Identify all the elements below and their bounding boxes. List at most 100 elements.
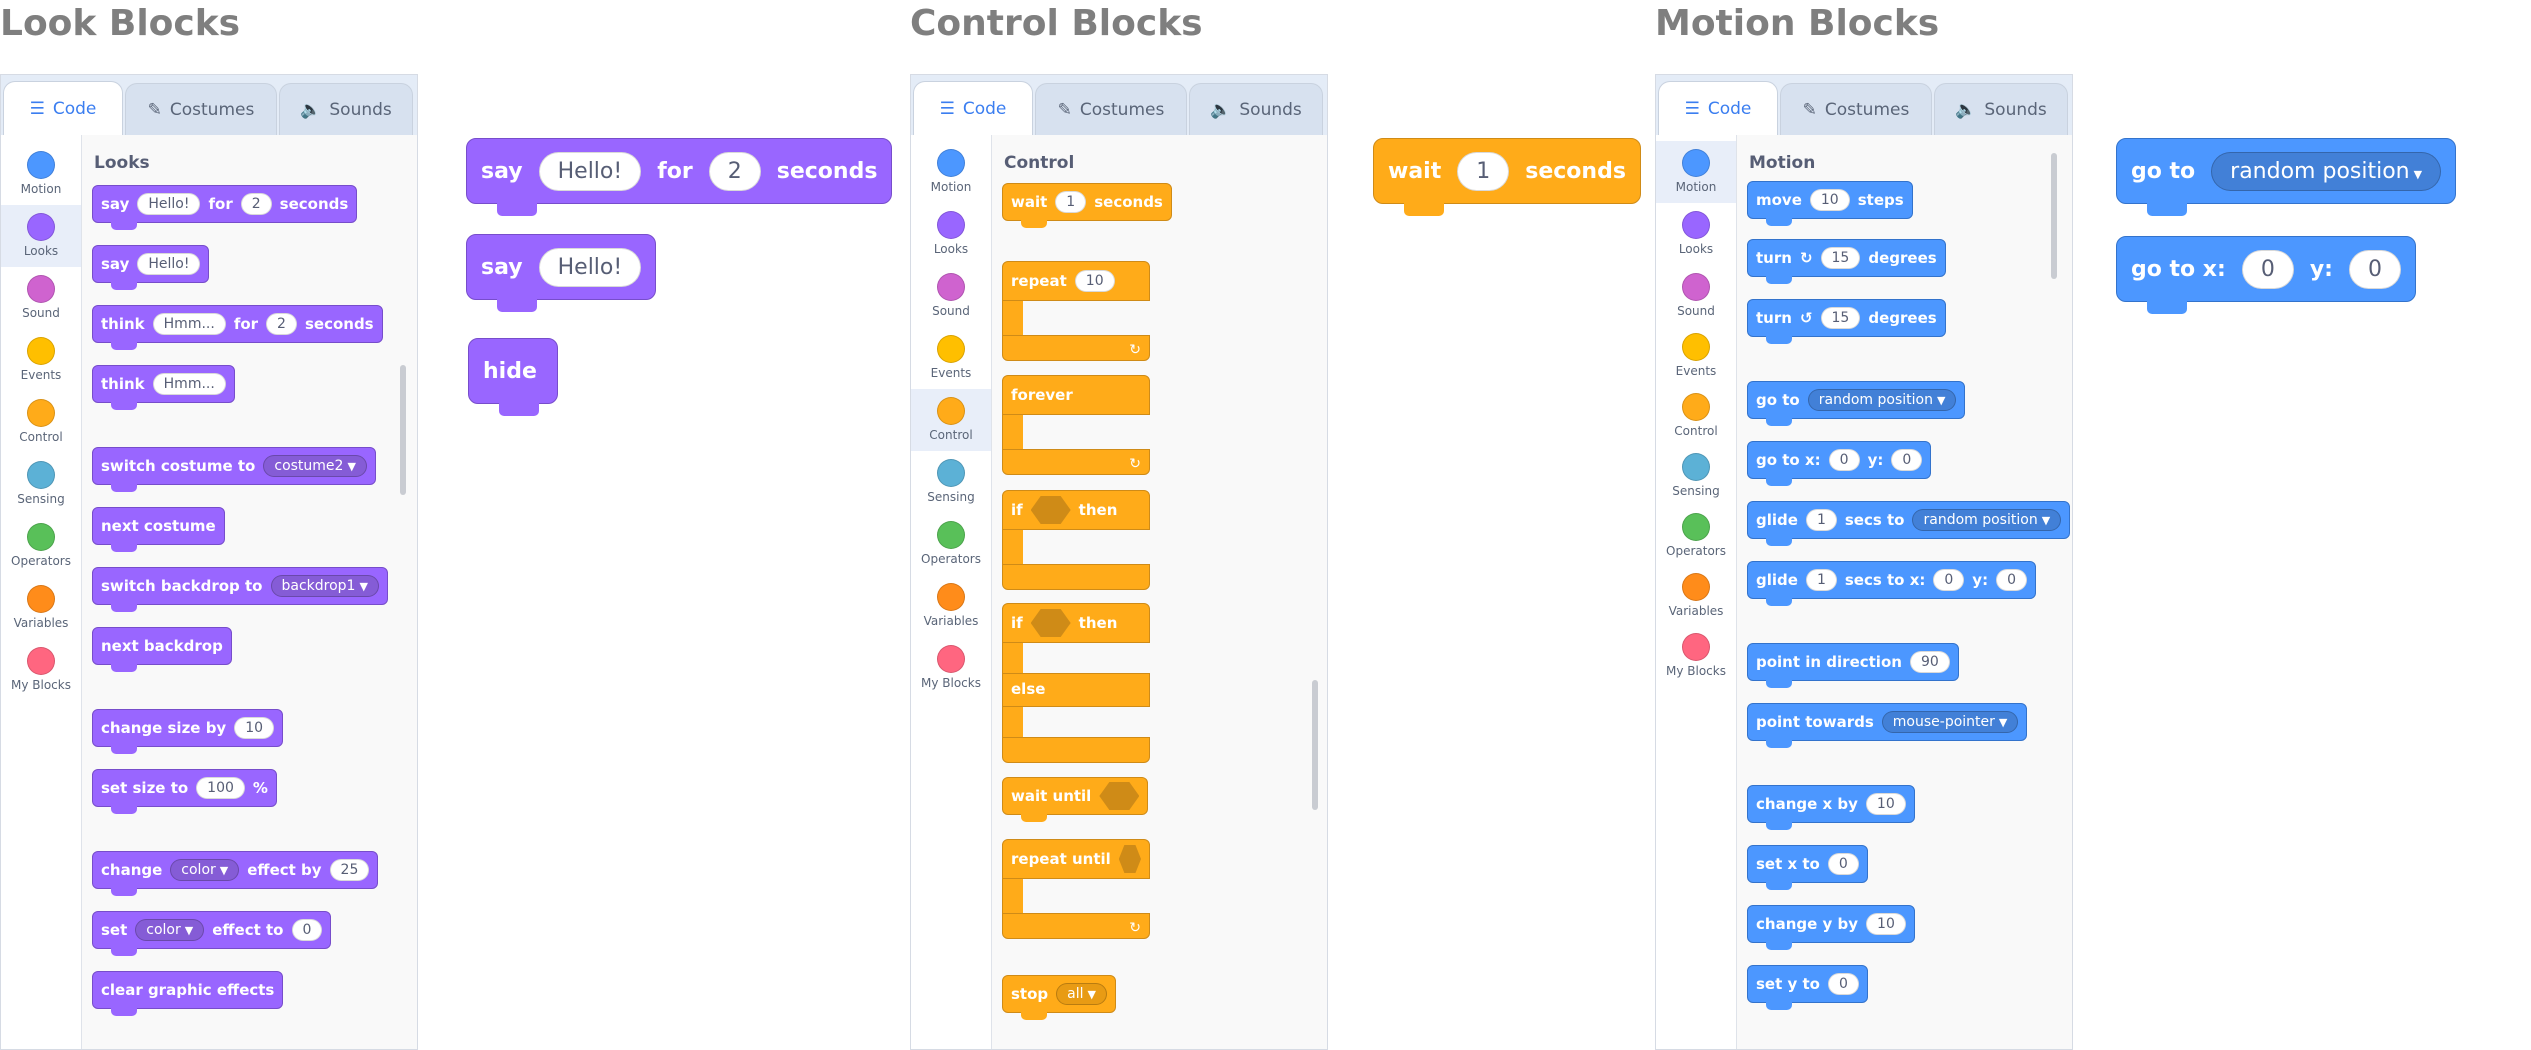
if-then-block[interactable]: if then (1002, 490, 1150, 590)
tab-sounds[interactable]: 🔈 Sounds (279, 83, 413, 135)
x-input[interactable]: 0 (1827, 853, 1859, 875)
next-backdrop-block[interactable]: next backdrop (92, 627, 232, 672)
towards-dropdown[interactable]: mouse-pointer ▼ (1881, 711, 2019, 733)
seconds-input[interactable]: 1 (1457, 151, 1510, 191)
set-x-block[interactable]: set x to 0 (1747, 845, 1868, 890)
x-input[interactable]: 0 (1828, 449, 1860, 471)
category-operators[interactable]: Operators (1, 515, 81, 577)
seconds-input[interactable]: 2 (266, 313, 297, 335)
size-input[interactable]: 100 (196, 777, 245, 799)
seconds-input[interactable]: 2 (708, 151, 761, 191)
change-size-block[interactable]: change size by 10 (92, 709, 284, 754)
category-my-blocks[interactable]: My Blocks (1656, 625, 1736, 687)
glide-to-block[interactable]: glide 1 secs to random position ▼ (1747, 501, 2071, 546)
seconds-input[interactable]: 2 (240, 193, 272, 215)
point-direction-block[interactable]: point in direction 90 (1747, 643, 1959, 688)
condition-slot[interactable] (1099, 782, 1140, 810)
degrees-input[interactable]: 15 (1820, 307, 1861, 329)
workspace-wait-block[interactable]: wait 1 seconds (1373, 138, 1641, 216)
category-looks[interactable]: Looks (1656, 203, 1736, 265)
x-input[interactable]: 0 (1933, 569, 1965, 591)
go-to-block[interactable]: go to random position ▼ (1747, 381, 1966, 426)
costume-dropdown[interactable]: costume2 ▼ (263, 455, 367, 477)
target-dropdown[interactable]: random position ▼ (1912, 509, 2062, 531)
tab-sounds[interactable]: 🔈 Sounds (1934, 83, 2068, 135)
effect-value-input[interactable]: 0 (291, 919, 323, 941)
change-y-block[interactable]: change y by 10 (1747, 905, 1915, 950)
tab-costumes[interactable]: ✎ Costumes (125, 83, 277, 135)
switch-backdrop-block[interactable]: switch backdrop to backdrop1 ▼ (92, 567, 388, 612)
tab-costumes[interactable]: ✎ Costumes (1035, 83, 1187, 135)
category-sound[interactable]: Sound (1, 267, 81, 329)
category-my-blocks[interactable]: My Blocks (911, 637, 991, 699)
palette-scrollbar[interactable] (1312, 680, 1318, 810)
category-events[interactable]: Events (911, 327, 991, 389)
category-control[interactable]: Control (911, 389, 991, 451)
switch-costume-block[interactable]: switch costume to costume2 ▼ (92, 447, 376, 492)
message-input[interactable]: Hello! (538, 151, 642, 191)
category-sensing[interactable]: Sensing (1656, 445, 1736, 507)
effect-dropdown[interactable]: color ▼ (170, 859, 240, 881)
stop-block[interactable]: stop all ▼ (1002, 975, 1116, 1020)
tab-code[interactable]: ☰ Code (3, 81, 123, 136)
think-for-block[interactable]: think Hmm... for 2 seconds (92, 305, 383, 350)
tab-code[interactable]: ☰ Code (913, 81, 1033, 136)
think-block[interactable]: think Hmm... (92, 365, 235, 410)
tab-code[interactable]: ☰ Code (1658, 81, 1778, 136)
message-input[interactable]: Hello! (137, 253, 201, 275)
seconds-input[interactable]: 1 (1055, 191, 1087, 213)
clear-effects-block[interactable]: clear graphic effects (92, 971, 284, 1016)
palette-scrollbar[interactable] (2051, 153, 2057, 279)
effect-dropdown[interactable]: color ▼ (135, 919, 205, 941)
direction-input[interactable]: 90 (1909, 651, 1950, 673)
workspace-say-for-block[interactable]: say Hello! for 2 seconds (466, 138, 893, 216)
if-else-block[interactable]: if then else (1002, 603, 1150, 763)
category-control[interactable]: Control (1, 391, 81, 453)
condition-slot[interactable] (1030, 496, 1071, 524)
go-to-xy-block[interactable]: go to x: 0 y: 0 (1747, 441, 1932, 486)
category-my-blocks[interactable]: My Blocks (1, 639, 81, 701)
y-input[interactable]: 0 (1996, 569, 2027, 591)
y-input[interactable]: 0 (1891, 449, 1923, 471)
effect-value-input[interactable]: 25 (329, 859, 370, 881)
category-sound[interactable]: Sound (1656, 265, 1736, 327)
message-input[interactable]: Hello! (137, 193, 201, 215)
condition-slot[interactable] (1030, 609, 1071, 637)
tab-sounds[interactable]: 🔈 Sounds (1189, 83, 1323, 135)
palette-scrollbar[interactable] (400, 365, 406, 495)
target-dropdown[interactable]: random position ▼ (2211, 151, 2442, 191)
move-block[interactable]: move 10 steps (1747, 181, 1913, 226)
degrees-input[interactable]: 15 (1820, 247, 1861, 269)
workspace-hide-block[interactable]: hide (468, 338, 558, 416)
workspace-say-block[interactable]: say Hello! (466, 234, 657, 312)
secs-input[interactable]: 1 (1805, 509, 1837, 531)
secs-input[interactable]: 1 (1805, 569, 1837, 591)
set-y-block[interactable]: set y to 0 (1747, 965, 1868, 1010)
stop-dropdown[interactable]: all ▼ (1056, 983, 1107, 1005)
category-events[interactable]: Events (1, 329, 81, 391)
target-dropdown[interactable]: random position ▼ (1807, 389, 1957, 411)
turn-right-block[interactable]: turn ↻ 15 degrees (1747, 239, 1946, 284)
category-looks[interactable]: Looks (911, 203, 991, 265)
category-variables[interactable]: Variables (911, 575, 991, 637)
y-input[interactable]: 0 (1827, 973, 1859, 995)
y-input[interactable]: 0 (2348, 249, 2401, 289)
workspace-go-to-xy-block[interactable]: go to x: 0 y: 0 (2116, 236, 2416, 314)
category-variables[interactable]: Variables (1, 577, 81, 639)
category-motion[interactable]: Motion (911, 141, 991, 203)
category-sensing[interactable]: Sensing (1, 453, 81, 515)
x-input[interactable]: 0 (2241, 249, 2294, 289)
say-for-block[interactable]: say Hello! for 2 seconds (92, 185, 358, 230)
workspace-go-to-block[interactable]: go to random position ▼ (2116, 138, 2457, 216)
category-operators[interactable]: Operators (1656, 505, 1736, 567)
condition-slot[interactable] (1118, 845, 1141, 873)
repeat-block[interactable]: repeat 10 ↻ (1002, 261, 1150, 361)
message-input[interactable]: Hmm... (152, 373, 226, 395)
category-looks[interactable]: Looks (1, 205, 81, 267)
category-sensing[interactable]: Sensing (911, 451, 991, 513)
message-input[interactable]: Hello! (538, 247, 642, 287)
category-events[interactable]: Events (1656, 325, 1736, 387)
repeat-until-block[interactable]: repeat until ↻ (1002, 839, 1150, 939)
wait-block[interactable]: wait 1 seconds (1002, 183, 1172, 228)
category-variables[interactable]: Variables (1656, 565, 1736, 627)
